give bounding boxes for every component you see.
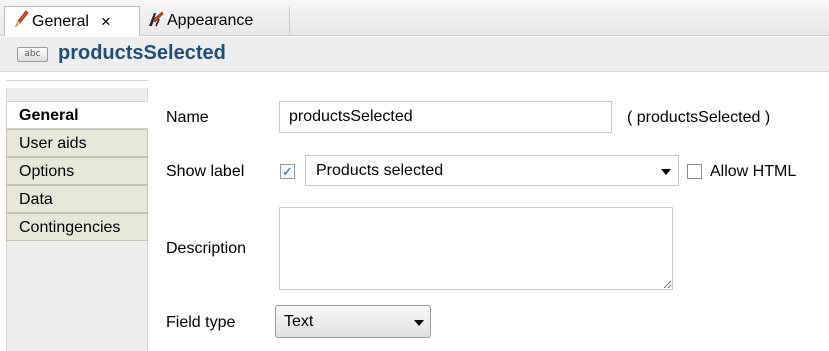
sidebar-item-user-aids[interactable]: User aids	[6, 129, 148, 157]
sidebar-item-general[interactable]: General	[6, 101, 148, 129]
name-label: Name	[166, 109, 209, 126]
checkmark-icon: ✓	[282, 164, 293, 179]
show-label-select[interactable]: Products selected	[305, 155, 679, 186]
description-label: Description	[166, 240, 247, 257]
tab-general-label: General	[32, 12, 89, 30]
close-icon[interactable]: ×	[101, 13, 111, 30]
field-type-select[interactable]: Text	[275, 305, 431, 338]
description-textarea[interactable]	[279, 207, 673, 290]
show-label-value: Products selected	[316, 162, 444, 179]
chevron-down-icon	[661, 169, 671, 175]
paint-brush-icon	[147, 10, 164, 33]
field-type-value: Text	[284, 313, 314, 330]
tab-appearance[interactable]: Appearance	[140, 6, 290, 36]
field-type-label: Field type	[166, 314, 236, 331]
text-field-type-icon: abc	[17, 47, 48, 62]
pencil-icon	[13, 10, 29, 33]
show-label-label: Show label	[166, 163, 245, 180]
page-title: productsSelected	[58, 42, 226, 64]
sidebar-top	[6, 80, 148, 88]
allow-html-label: Allow HTML	[710, 163, 797, 180]
tab-general[interactable]: General ×	[4, 6, 140, 36]
tab-bar: General × Appearance	[0, 0, 829, 36]
object-header: abc productsSelected	[0, 37, 829, 72]
show-label-checkbox[interactable]: ✓	[280, 164, 295, 179]
chevron-down-icon	[414, 320, 424, 326]
sidebar-item-options[interactable]: Options	[6, 157, 148, 185]
tab-appearance-label: Appearance	[167, 12, 254, 29]
allow-html-checkbox[interactable]	[687, 164, 702, 179]
sidebar-item-data[interactable]: Data	[6, 185, 148, 213]
sidebar-item-contingencies[interactable]: Contingencies	[6, 213, 148, 241]
name-echo: ( productsSelected )	[627, 109, 771, 126]
name-input[interactable]	[279, 101, 612, 133]
